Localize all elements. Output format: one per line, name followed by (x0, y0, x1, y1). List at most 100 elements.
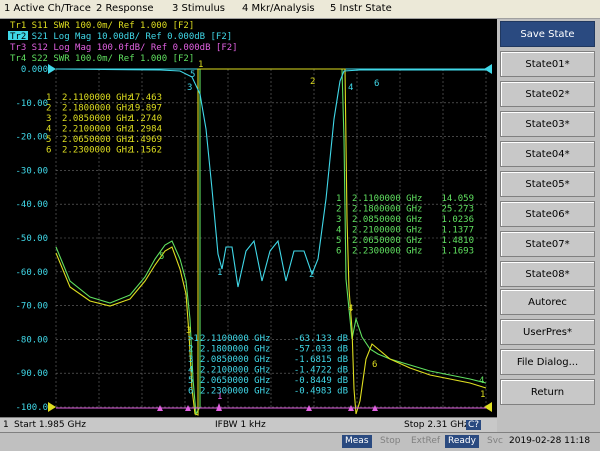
svc-indicator: Svc (487, 436, 503, 446)
s21-marker-3: 3 (187, 83, 192, 93)
marker-table-cell: 2.1100000 GHz (352, 194, 422, 204)
softkey-state02[interactable]: State02* (500, 81, 595, 107)
trace-plot[interactable]: 0.000 -10.00 -20.00 -30.00 -40.00 -50.00 -60.0… (0, 19, 497, 417)
menu-active-ch-trace[interactable]: 1 Active Ch/Trace (4, 3, 91, 14)
reference-arrow-right[interactable] (484, 64, 492, 74)
marker-table-cell: -0.4983 dB (294, 387, 348, 397)
menu-stimulus[interactable]: 3 Stimulus (172, 3, 225, 14)
marker-table-cell: 2 (46, 104, 51, 114)
marker-table-cell: >1 (188, 334, 199, 344)
stop-indicator: Stop (380, 436, 401, 446)
softkey-state04[interactable]: State04* (500, 141, 595, 167)
marker-table-cell: 4 (46, 125, 51, 135)
y-axis-label: 0.000 (21, 65, 48, 75)
marker-table-cell: 2.2300000 GHz (62, 146, 132, 156)
marker-table-cell: 2.1100000 GHz (62, 93, 132, 103)
start-frequency[interactable]: Start 1.985 GHz (14, 420, 86, 430)
softkey-state08[interactable]: State08* (500, 261, 595, 287)
scale-arrow-bottom-left[interactable] (48, 402, 56, 412)
menu-response[interactable]: 2 Response (96, 3, 154, 14)
marker-table-cell: 2.2300000 GHz (200, 387, 270, 397)
marker-table-cell: 4 (336, 226, 341, 236)
save-state-title: Save State (500, 21, 595, 47)
y-axis-label: -70.00 (15, 302, 48, 312)
stop-frequency[interactable]: Stop 2.31 GHz (404, 420, 469, 430)
softkey-state01[interactable]: State01* (500, 51, 595, 77)
measurement-screen[interactable]: 0.000 -10.00 -20.00 -30.00 -40.00 -50.00 -60.0… (0, 19, 497, 417)
softkey-userpres[interactable]: UserPres* (500, 319, 595, 345)
marker-table-cell: 2.0850000 GHz (62, 114, 132, 124)
marker-table-cell: 5 (336, 236, 341, 246)
marker-table-s11: 1 2.1100000 GHz17.463 2 2.1800000 GHz19.897… (46, 93, 162, 156)
marker-table-cell: 6 (336, 247, 341, 257)
y-axis-label: -90.00 (15, 369, 48, 379)
marker-table-cell: 19.897 (129, 104, 162, 114)
s21-marker-5: 5 (190, 70, 195, 80)
softkey-return[interactable]: Return (500, 379, 595, 405)
marker-table-cell: 14.059 (441, 194, 474, 204)
marker-table-cell: 4 (188, 366, 193, 376)
marker-table-cell: 2.2100000 GHz (62, 125, 132, 135)
channel-number[interactable]: 1 (3, 420, 9, 430)
s22-marker-4: 4 (479, 376, 484, 386)
marker-table-cell: 3 (46, 114, 51, 124)
y-axis-label: -80.00 (15, 335, 48, 345)
marker-table-cell: 2.1800000 GHz (62, 104, 132, 114)
meas-indicator[interactable]: Meas (342, 435, 372, 448)
marker-table-cell: 2.0650000 GHz (352, 236, 422, 246)
trace-2-header[interactable]: Tr2 S21 Log Mag 10.00dB/ Ref 0.000dB [F2… (10, 32, 232, 42)
trace-4-header[interactable]: Tr4 S22 SWR 100.0m/ Ref 1.000 [F2] (10, 54, 194, 64)
marker-table-cell: -1.4722 dB (294, 366, 348, 376)
marker-table-cell: 1.2740 (129, 114, 162, 124)
softkey-state03[interactable]: State03* (500, 111, 595, 137)
extref-indicator: ExtRef (411, 436, 441, 446)
marker-table-cell: 1 (46, 93, 51, 103)
y-axis-labels: 0.000 -10.00 -20.00 -30.00 -40.00 -50.00 -60.0… (15, 65, 48, 413)
marker-table-cell: 2.0850000 GHz (200, 355, 270, 365)
s21-marker-4: 4 (348, 83, 353, 93)
marker-table-cell: 2.1100000 GHz (200, 334, 270, 344)
s21-marker-2: 2 (309, 270, 314, 280)
marker-table-cell: 1.1562 (129, 146, 162, 156)
y-axis-label: -60.00 (15, 268, 48, 278)
trace-1-header[interactable]: Tr1 S11 SWR 100.0m/ Ref 1.000 [F2] (10, 21, 194, 31)
softkey-autorec[interactable]: Autorec (500, 289, 595, 315)
softkey-state07[interactable]: State07* (500, 231, 595, 257)
marker-table-cell: 2.0650000 GHz (200, 376, 270, 386)
y-axis-label: -30.00 (15, 166, 48, 176)
marker-table-cell: 6 (46, 146, 51, 156)
marker-table-cell: 1.1377 (441, 226, 474, 236)
date-time: 2019-02-28 11:18 (509, 436, 591, 446)
softkey-file-dialog[interactable]: File Dialog... (500, 349, 595, 375)
s22-marker-5: 5 (159, 252, 164, 262)
reference-arrow-left[interactable] (48, 64, 56, 74)
marker-table-cell: 2.0650000 GHz (62, 135, 132, 145)
sweep-status-bar: 1 Start 1.985 GHz IFBW 1 kHz Stop 2.31 G… (0, 417, 497, 433)
marker-table-cell: -1.6815 dB (294, 355, 348, 365)
ready-indicator: Ready (445, 435, 479, 448)
marker-table-cell: 1 (336, 194, 341, 204)
marker-table-cell: 3 (336, 215, 341, 225)
marker-table-cell: 1.4810 (441, 236, 474, 246)
y-axis-label: -100.0 (15, 403, 48, 413)
softkey-panel: Save State State01* State02* State03* State0… (497, 19, 600, 432)
scale-arrow-bottom-right[interactable] (484, 402, 492, 412)
menu-instr-state[interactable]: 5 Instr State (330, 3, 392, 14)
if-bandwidth[interactable]: IFBW 1 kHz (215, 420, 266, 430)
calibration-status[interactable]: C? (466, 420, 482, 430)
softkey-state05[interactable]: State05* (500, 171, 595, 197)
marker-table-cell: 2.1800000 GHz (352, 205, 422, 215)
marker-table-cell: 2.2300000 GHz (352, 247, 422, 257)
marker-table-cell: 2 (336, 205, 341, 215)
marker-table-cell: 17.463 (129, 93, 162, 103)
marker-table-cell: 2 (188, 345, 193, 355)
softkey-state06[interactable]: State06* (500, 201, 595, 227)
marker-table-cell: 2.2100000 GHz (200, 366, 270, 376)
y-axis-label: -50.00 (15, 234, 48, 244)
marker-table-cell: 1.4969 (129, 135, 162, 145)
y-axis-label: -20.00 (15, 133, 48, 143)
marker-table-cell: 1.1693 (441, 247, 474, 257)
menu-mkr-analysis[interactable]: 4 Mkr/Analysis (242, 3, 315, 14)
trace-3-header[interactable]: Tr3 S12 Log Mag 100.0fdB/ Ref 0.000dB [F… (10, 43, 238, 53)
marker-table-cell: 3 (188, 355, 193, 365)
